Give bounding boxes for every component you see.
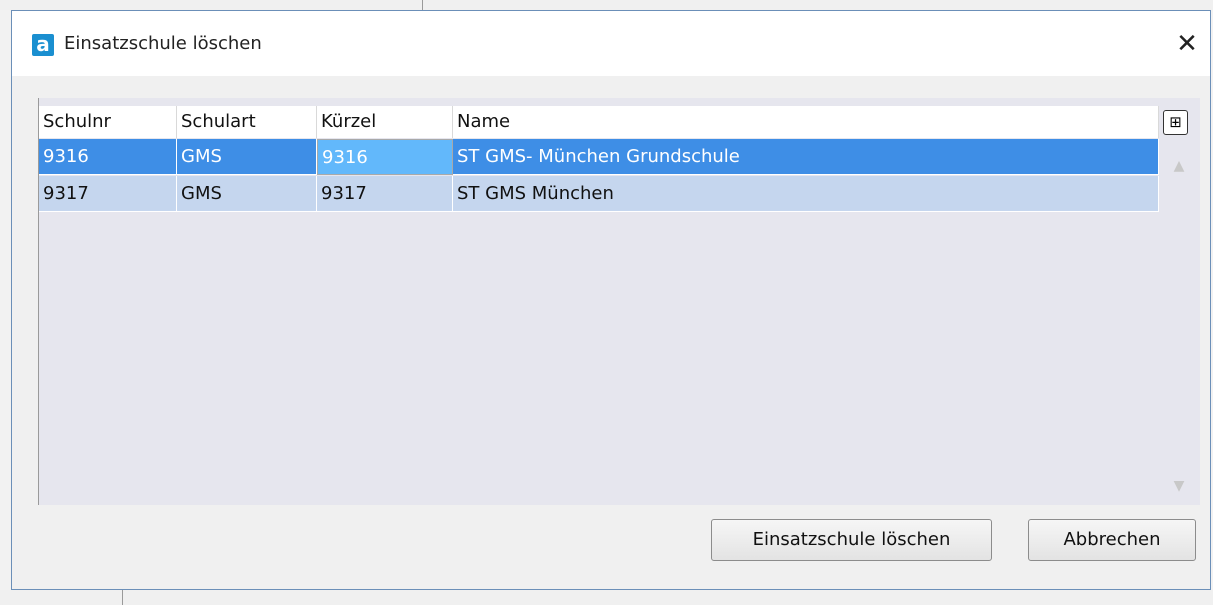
cell-schulart[interactable]: GMS	[177, 176, 317, 212]
table-row[interactable]: 9317 GMS 9317 ST GMS München	[39, 176, 1159, 212]
column-header-schulart[interactable]: Schulart	[177, 106, 317, 138]
cell-name[interactable]: ST GMS- München Grundschule	[453, 139, 1159, 175]
background-divider-bottom	[122, 590, 123, 605]
dialog-title: Einsatzschule löschen	[64, 33, 262, 54]
cell-schulnr[interactable]: 9317	[39, 176, 177, 212]
table-row[interactable]: 9316 GMS 9316 ST GMS- München Grundschul…	[39, 139, 1159, 175]
cell-schulart[interactable]: GMS	[177, 139, 317, 175]
column-chooser-icon[interactable]: ⊞	[1163, 110, 1188, 135]
grid-header: Schulnr Schulart Kürzel Name	[39, 106, 1159, 138]
cell-schulnr[interactable]: 9316	[39, 139, 177, 175]
column-header-schulnr[interactable]: Schulnr	[39, 106, 177, 138]
cell-kuerzel[interactable]: 9317	[317, 176, 453, 212]
column-header-kuerzel[interactable]: Kürzel	[317, 106, 453, 138]
title-bar: a Einsatzschule löschen ✕	[12, 11, 1210, 76]
cell-name[interactable]: ST GMS München	[453, 176, 1159, 212]
background-app-strip-bottom	[0, 590, 1213, 605]
delete-school-dialog: a Einsatzschule löschen ✕ Schulnr Schula…	[11, 10, 1211, 590]
scroll-down-icon[interactable]: ▼	[1169, 478, 1189, 498]
cell-kuerzel[interactable]: 9316	[317, 139, 453, 175]
scroll-up-icon[interactable]: ▲	[1169, 158, 1189, 178]
cancel-button[interactable]: Abbrechen	[1028, 519, 1196, 561]
background-app-strip	[0, 0, 1213, 10]
column-header-name[interactable]: Name	[453, 106, 1159, 138]
delete-school-button[interactable]: Einsatzschule löschen	[711, 519, 992, 561]
background-divider	[422, 0, 423, 10]
close-icon[interactable]: ✕	[1164, 21, 1210, 67]
schools-grid[interactable]: Schulnr Schulart Kürzel Name 9316 GMS 93…	[38, 98, 1200, 505]
app-logo-icon: a	[32, 34, 54, 56]
